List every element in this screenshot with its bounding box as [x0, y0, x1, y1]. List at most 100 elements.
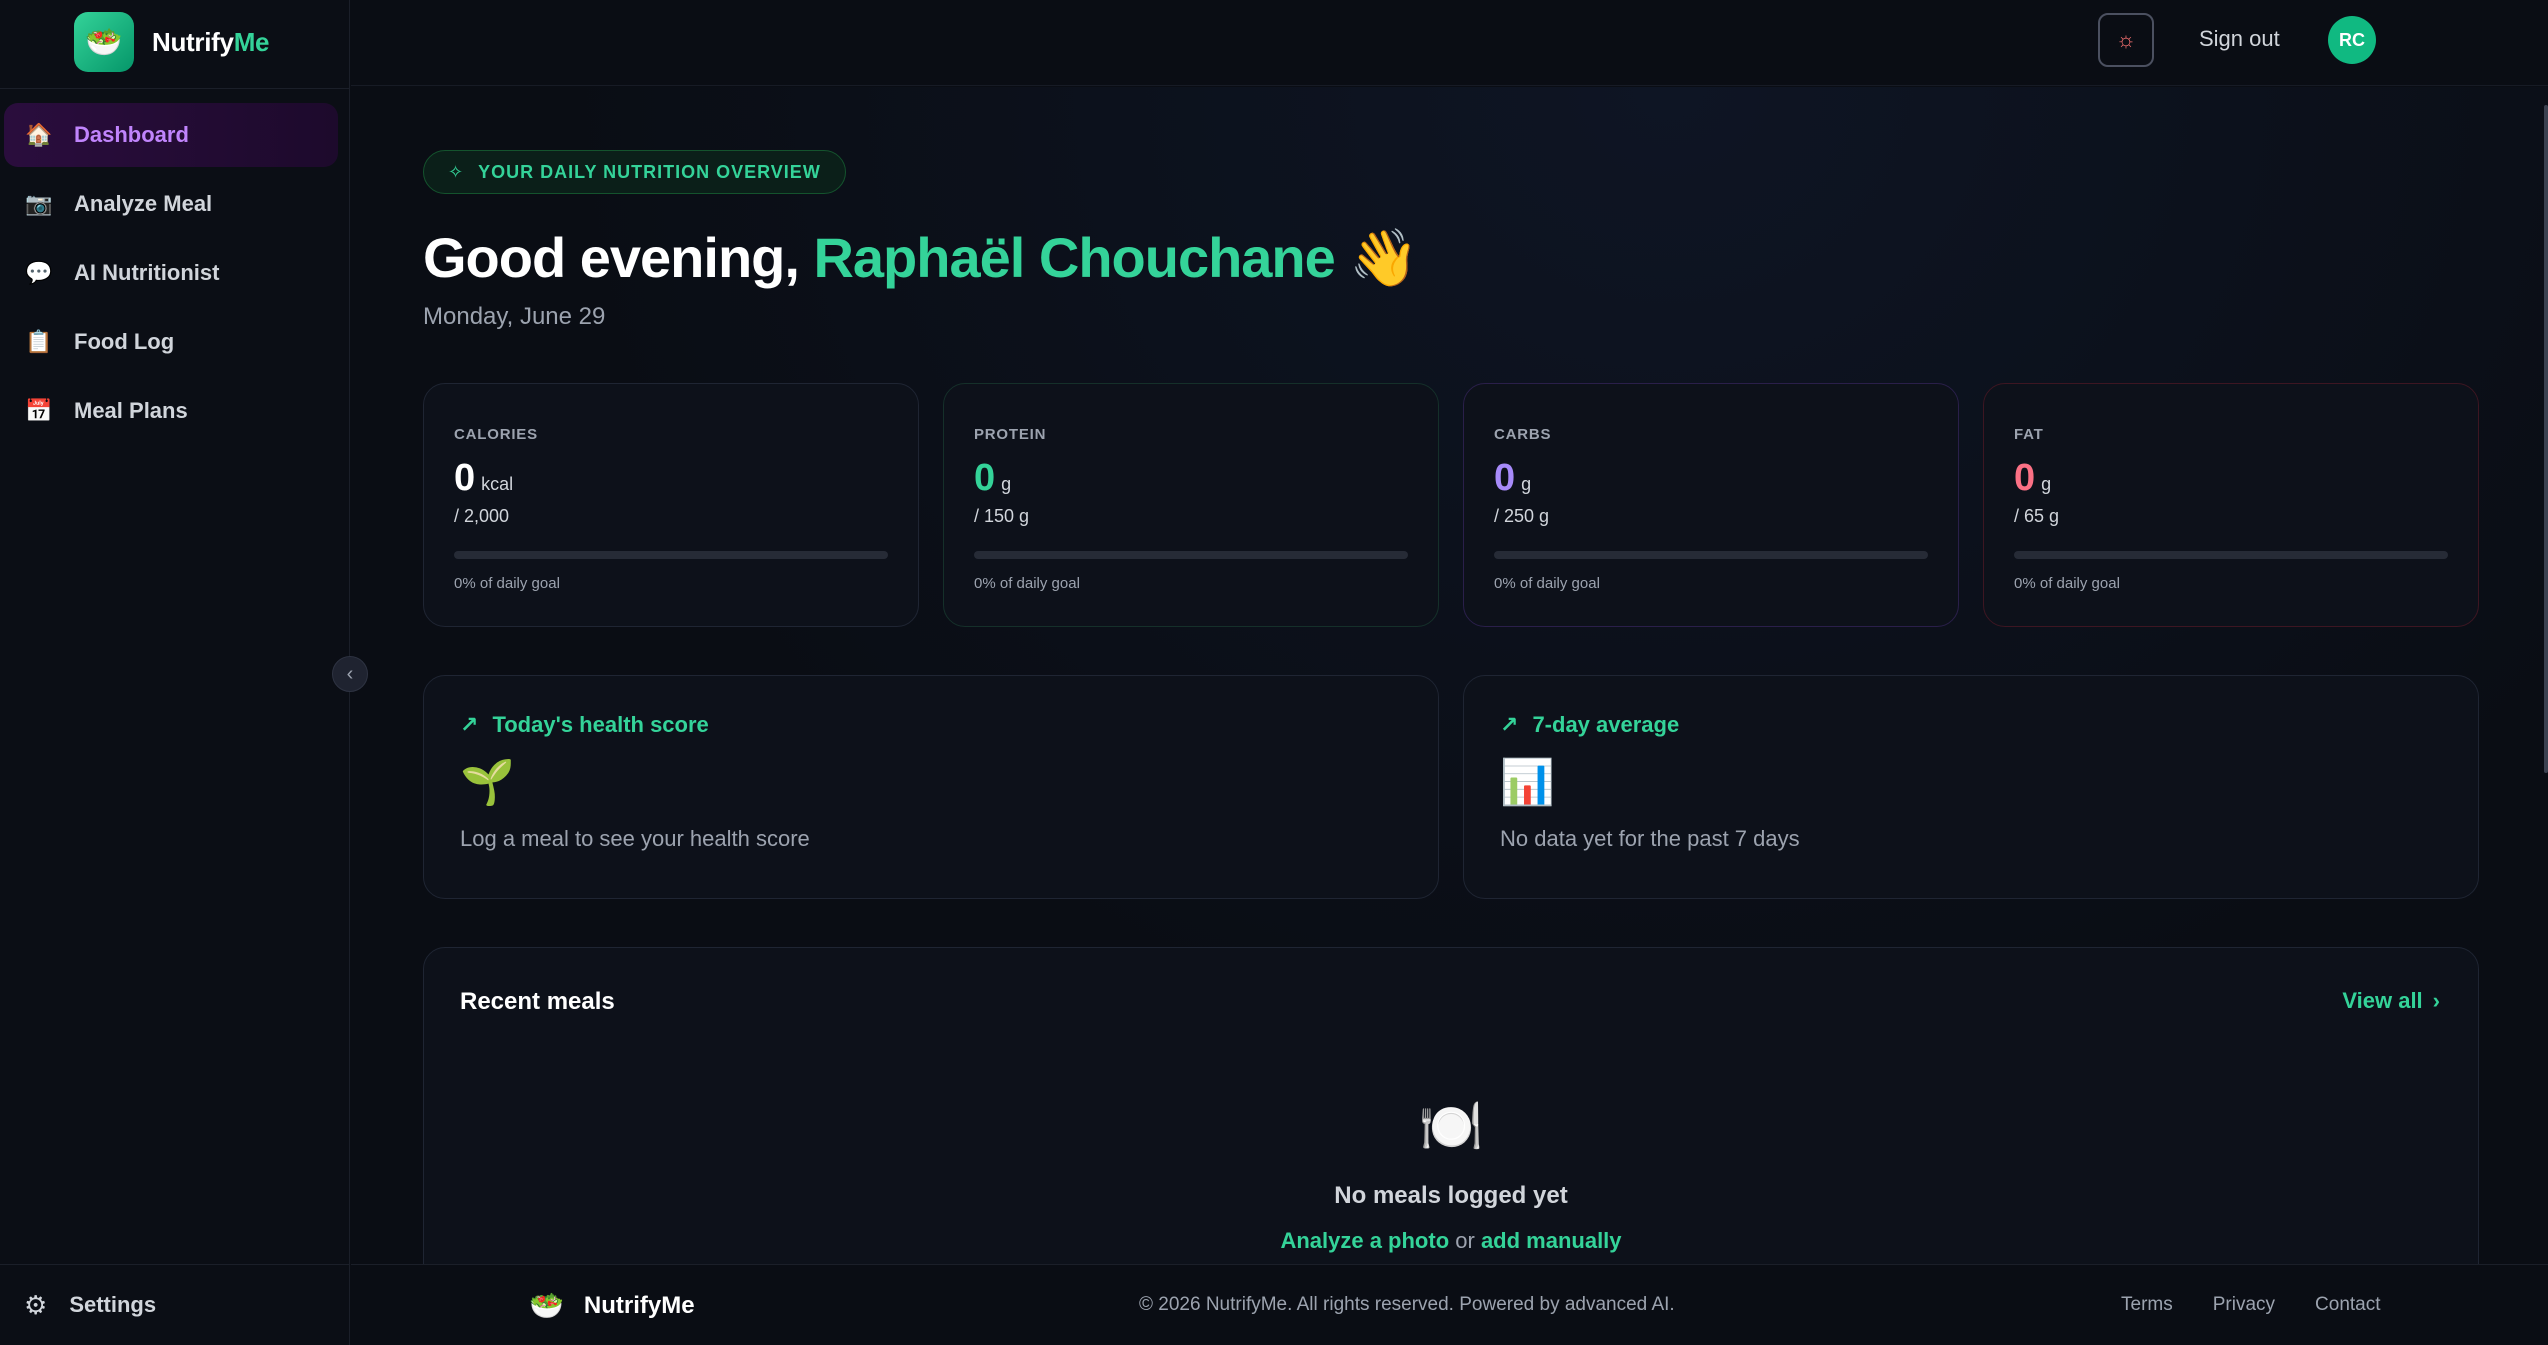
stat-goal: / 150 g — [974, 506, 1030, 526]
stat-value: 0 — [1494, 457, 1516, 499]
sidebar-nav: 🏠 Dashboard 📷 Analyze Meal 💬 AI Nutritio… — [4, 103, 338, 448]
progress-bar — [974, 551, 1408, 559]
stat-value-row: 0 g — [1494, 457, 1928, 500]
sidebar-item-food-log[interactable]: 📋 Food Log — [4, 310, 338, 374]
salad-logo-icon: 🥗 — [529, 1290, 564, 1321]
main-content: ✧ YOUR DAILY NUTRITION OVERVIEW Good eve… — [351, 87, 2548, 1264]
weekly-average-text: No data yet for the past 7 days — [1500, 826, 1800, 851]
sidebar-item-label: AI Nutritionist — [74, 260, 220, 285]
recent-meals-card: Recent meals View all › 🍽️ No meals logg… — [423, 947, 2479, 1264]
add-manually-link[interactable]: add manually — [1481, 1228, 1622, 1253]
health-score-text: Log a meal to see your health score — [460, 826, 810, 851]
stat-unit: kcal — [481, 474, 514, 494]
health-score-title: Today's health score — [492, 712, 709, 737]
stat-percent: 0% of daily goal — [974, 575, 1080, 592]
sidebar-item-label: Analyze Meal — [74, 191, 213, 216]
empty-state: 🍽️ No meals logged yet Analyze a photo o… — [424, 1096, 2478, 1254]
user-name: Raphaël Chouchane — [813, 226, 1335, 289]
footer-brand[interactable]: 🥗 NutrifyMe — [529, 1289, 695, 1322]
chevron-right-icon: › — [2432, 988, 2440, 1013]
stat-value-row: 0 kcal — [454, 457, 888, 500]
stat-unit: g — [1001, 474, 1012, 494]
stat-percent: 0% of daily goal — [454, 575, 560, 592]
clipboard-icon: 📋 — [25, 329, 53, 354]
empty-state-title: No meals logged yet — [1334, 1182, 1568, 1209]
stat-percent: 0% of daily goal — [1494, 575, 1600, 592]
health-score-card: ↗ Today's health score 🌱 Log a meal to s… — [423, 675, 1439, 899]
brand[interactable]: 🥗 NutrifyMe — [74, 12, 270, 72]
progress-bar — [2014, 551, 2448, 559]
stat-value-row: 0 g — [974, 457, 1408, 500]
calendar-icon: 📅 — [25, 398, 53, 423]
empty-state-actions: Analyze a photo or add manually — [424, 1228, 2478, 1254]
terms-link[interactable]: Terms — [2121, 1294, 2173, 1316]
stat-goal: / 2,000 — [454, 506, 510, 526]
contact-link[interactable]: Contact — [2315, 1294, 2380, 1316]
sidebar-item-label: Dashboard — [74, 122, 189, 147]
sidebar-item-label: Meal Plans — [74, 398, 188, 423]
stat-label: CARBS — [1494, 426, 1552, 443]
stat-label: PROTEIN — [974, 426, 1047, 443]
speech-bubble-icon: 💬 — [25, 260, 53, 285]
page-title: Good evening, Raphaël Chouchane 👋 — [423, 225, 1419, 291]
waving-hand-icon: 👋 — [1349, 226, 1419, 289]
weekly-average-title: 7-day average — [1532, 712, 1680, 737]
sidebar-item-ai-nutritionist[interactable]: 💬 AI Nutritionist — [4, 241, 338, 305]
top-header: ☼ Sign out RC — [351, 0, 2548, 86]
copyright-text: © 2026 NutrifyMe. All rights reserved. P… — [1139, 1294, 1675, 1315]
sign-out-button[interactable]: Sign out — [2199, 26, 2280, 52]
sidebar-divider — [0, 88, 350, 89]
recent-meals-title: Recent meals — [460, 988, 615, 1015]
bar-chart-icon: 📊 — [1500, 758, 1555, 807]
trending-up-icon: ↗ — [460, 712, 479, 737]
stat-goal: / 65 g — [2014, 506, 2060, 526]
sidebar: 🥗 NutrifyMe 🏠 Dashboard 📷 Analyze Meal 💬… — [0, 0, 350, 1345]
progress-bar — [454, 551, 888, 559]
privacy-link[interactable]: Privacy — [2213, 1294, 2275, 1316]
sidebar-item-settings[interactable]: ⚙ Settings — [0, 1264, 350, 1345]
sidebar-item-analyze-meal[interactable]: 📷 Analyze Meal — [4, 172, 338, 236]
chevron-left-icon: ‹ — [346, 662, 354, 685]
scrollbar[interactable] — [2544, 105, 2548, 773]
footer-links: Terms Privacy Contact — [2121, 1294, 2381, 1316]
overview-badge: ✧ YOUR DAILY NUTRITION OVERVIEW — [423, 150, 846, 194]
analyze-photo-link[interactable]: Analyze a photo — [1280, 1228, 1449, 1253]
footer-brand-name: NutrifyMe — [583, 1291, 695, 1319]
salad-logo-icon: 🥗 — [74, 12, 134, 72]
greeting-prefix: Good evening, — [423, 226, 814, 289]
weekly-average-card: ↗ 7-day average 📊 No data yet for the pa… — [1463, 675, 2479, 899]
house-icon: 🏠 — [25, 122, 53, 147]
sparkle-icon: ✧ — [448, 161, 465, 182]
brand-name: NutrifyMe — [152, 26, 270, 58]
sidebar-item-label: Food Log — [74, 329, 175, 354]
sidebar-item-dashboard[interactable]: 🏠 Dashboard — [4, 103, 338, 167]
stat-label: CALORIES — [454, 426, 538, 443]
view-all-label: View all — [2342, 988, 2423, 1013]
stat-unit: g — [2041, 474, 2052, 494]
or-text: or — [1449, 1228, 1481, 1253]
stat-percent: 0% of daily goal — [2014, 575, 2120, 592]
trending-up-icon: ↗ — [1500, 712, 1519, 737]
view-all-link[interactable]: View all › — [2342, 988, 2440, 1014]
calories-card: CALORIES 0 kcal / 2,000 0% of daily goal — [423, 383, 919, 627]
current-date: Monday, June 29 — [423, 303, 606, 330]
settings-label: Settings — [69, 1292, 157, 1317]
stat-value-row: 0 g — [2014, 457, 2448, 500]
stat-label: FAT — [2014, 426, 2044, 443]
health-score-header: ↗ Today's health score — [460, 712, 1402, 738]
sun-icon: ☼ — [2115, 27, 2137, 52]
collapse-sidebar-button[interactable]: ‹ — [332, 656, 368, 692]
stat-value: 0 — [454, 457, 476, 499]
avatar[interactable]: RC — [2328, 16, 2376, 64]
theme-toggle-button[interactable]: ☼ — [2098, 13, 2154, 67]
stat-value: 0 — [974, 457, 996, 499]
stat-unit: g — [1521, 474, 1532, 494]
weekly-average-header: ↗ 7-day average — [1500, 712, 2442, 738]
fat-card: FAT 0 g / 65 g 0% of daily goal — [1983, 383, 2479, 627]
seedling-icon: 🌱 — [460, 758, 515, 807]
carbs-card: CARBS 0 g / 250 g 0% of daily goal — [1463, 383, 1959, 627]
brand-name-part1: Nutrify — [152, 26, 234, 57]
overview-badge-text: YOUR DAILY NUTRITION OVERVIEW — [478, 161, 821, 182]
sidebar-item-meal-plans[interactable]: 📅 Meal Plans — [4, 379, 338, 443]
gear-icon: ⚙ — [24, 1289, 48, 1320]
